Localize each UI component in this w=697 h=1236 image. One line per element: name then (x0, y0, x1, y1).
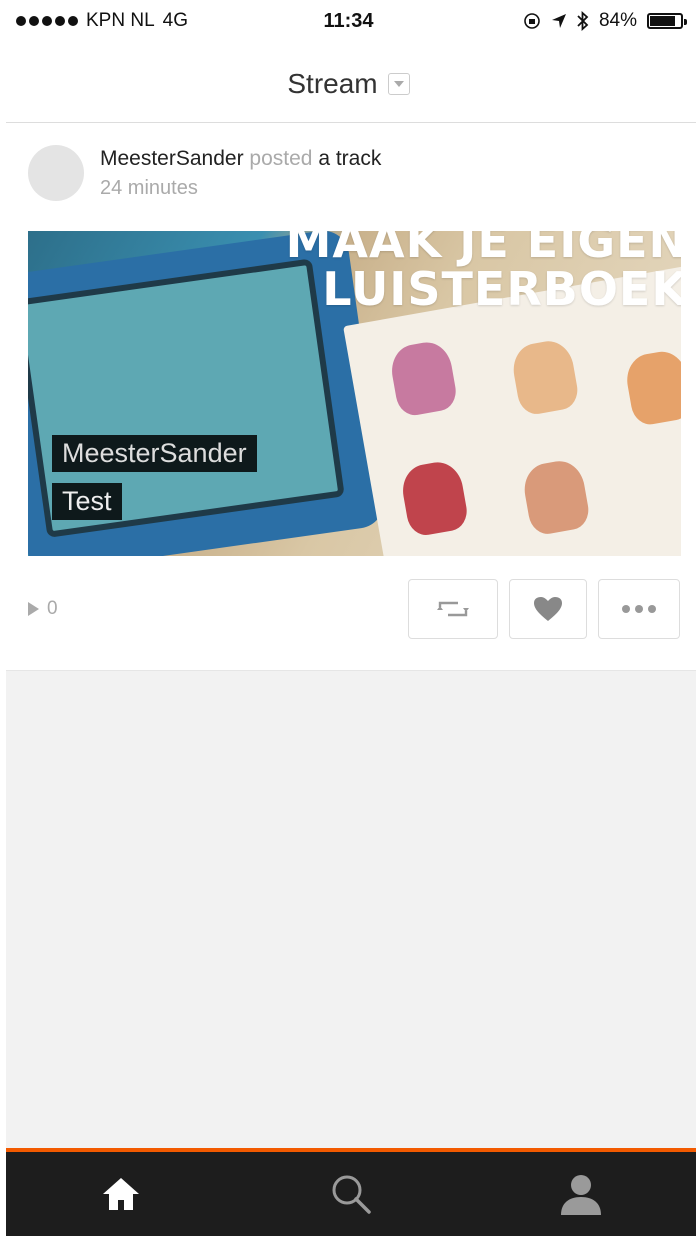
status-bar: KPN NL 4G 11:34 84% (0, 0, 697, 46)
artwork-username-label[interactable]: MeesterSander (52, 435, 257, 472)
repost-button[interactable] (408, 579, 498, 639)
play-count-value: 0 (47, 598, 58, 619)
post-object: a track (318, 147, 382, 170)
chevron-down-icon[interactable] (387, 73, 410, 95)
page-title[interactable]: Stream (287, 68, 377, 100)
track-post-card: MeesterSander posted a track 24 minutes … (6, 123, 696, 671)
orientation-lock-icon (524, 13, 540, 29)
tab-profile[interactable] (466, 1152, 696, 1236)
post-timestamp: 24 minutes (100, 177, 198, 199)
status-right: 84% (523, 10, 687, 32)
more-icon (622, 605, 656, 613)
post-header: MeesterSander posted a track (100, 147, 381, 171)
user-icon (561, 1175, 601, 1215)
battery-fill (650, 16, 675, 26)
play-count: 0 (28, 598, 58, 620)
home-icon (103, 1178, 139, 1210)
like-button[interactable] (509, 579, 587, 639)
tab-search[interactable] (236, 1152, 466, 1236)
more-options-button[interactable] (598, 579, 680, 639)
heart-icon (534, 597, 562, 621)
battery-percentage: 84% (598, 10, 637, 31)
location-arrow-icon (551, 14, 566, 28)
post-verb: posted (249, 147, 313, 170)
avatar[interactable] (28, 145, 84, 201)
repost-icon (437, 601, 469, 617)
play-icon (28, 602, 39, 616)
track-artwork[interactable]: MAAK JE EIGEN LUISTERBOEK MeesterSander … (28, 231, 681, 556)
stream-feed: MeesterSander posted a track 24 minutes … (6, 122, 696, 1148)
search-icon (332, 1175, 371, 1214)
artwork-headline: MAAK JE EIGEN LUISTERBOEK (285, 231, 681, 316)
bottom-tab-bar (6, 1148, 696, 1236)
post-username[interactable]: MeesterSander (100, 147, 244, 170)
bluetooth-icon (577, 11, 589, 31)
artwork-track-title[interactable]: Test (52, 483, 122, 520)
stream-header[interactable]: Stream (0, 46, 697, 122)
battery-icon (647, 13, 687, 29)
tab-home[interactable] (6, 1152, 236, 1236)
